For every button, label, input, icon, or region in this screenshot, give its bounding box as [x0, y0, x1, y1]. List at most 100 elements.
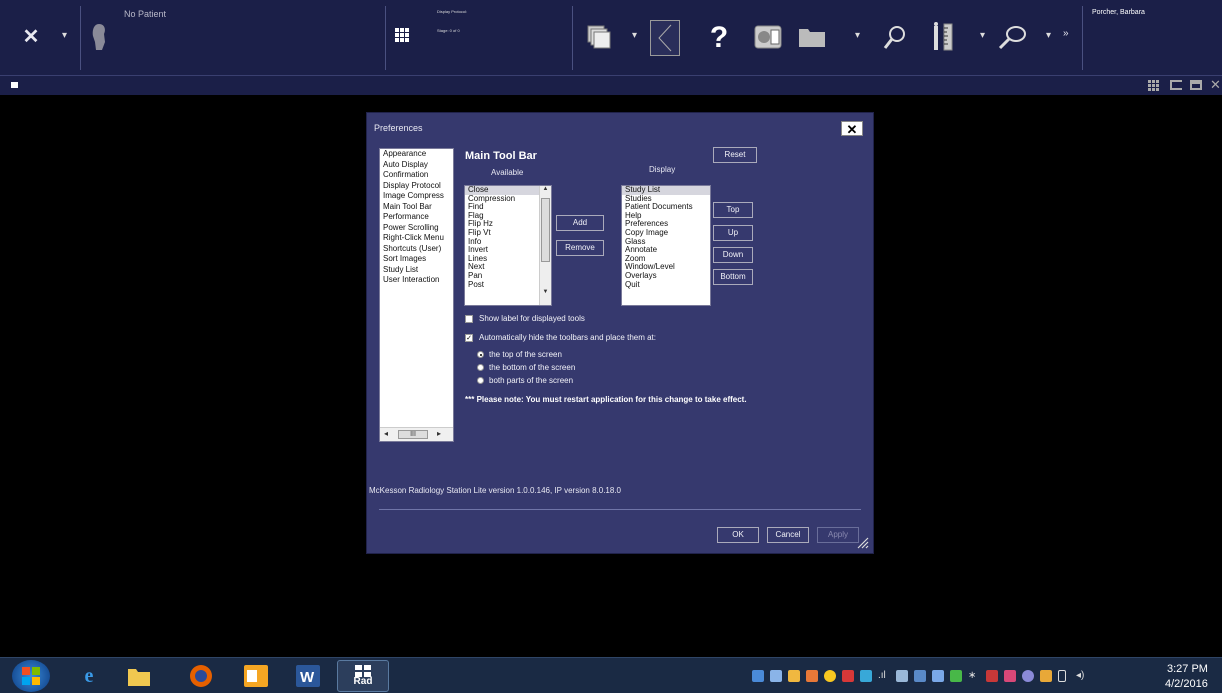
down-button[interactable]: Down: [713, 247, 753, 263]
close-patient-icon[interactable]: ✕: [18, 22, 44, 50]
tray-security-icon[interactable]: [986, 670, 998, 682]
minimize-window-icon[interactable]: [1190, 80, 1202, 90]
patient-menu-dropdown[interactable]: ▾: [62, 30, 67, 41]
tray-app-icon[interactable]: [1022, 670, 1034, 682]
magnify-icon[interactable]: [998, 24, 1028, 50]
available-scrollbar[interactable]: ▲ ▼: [539, 186, 551, 305]
patient-name: No Patient: [124, 9, 167, 19]
top-button[interactable]: Top: [713, 202, 753, 218]
radiology-station-icon[interactable]: Rad: [337, 660, 389, 692]
folder-dropdown[interactable]: ▾: [855, 30, 860, 41]
scroll-up-icon[interactable]: ▲: [540, 186, 551, 192]
series-dropdown[interactable]: ▾: [632, 30, 637, 41]
layout-grid-icon[interactable]: [395, 28, 413, 46]
tray-network-icon[interactable]: [752, 670, 764, 682]
cancel-button[interactable]: Cancel: [767, 527, 809, 543]
add-button[interactable]: Add: [556, 215, 604, 231]
category-list[interactable]: Appearance Auto Display Confirmation Dis…: [379, 148, 454, 442]
tray-app-icon[interactable]: [806, 670, 818, 682]
category-hscrollbar[interactable]: ◂ III ▸: [380, 427, 453, 441]
checkbox-box[interactable]: [465, 314, 473, 323]
available-tools-list[interactable]: Close Compression Find Flag Flip Hz Flip…: [464, 185, 552, 306]
category-item[interactable]: User Interaction: [380, 275, 453, 286]
dialog-close-button[interactable]: ✕: [841, 121, 863, 137]
internet-explorer-icon[interactable]: e: [68, 660, 110, 692]
close-window-icon[interactable]: ✕: [1210, 77, 1221, 93]
list-item[interactable]: Quit: [622, 280, 710, 290]
magnify-dropdown[interactable]: ▾: [1046, 30, 1051, 41]
tray-app-icon[interactable]: [950, 670, 962, 682]
tray-app-icon[interactable]: [1004, 670, 1016, 682]
auto-hide-checkbox[interactable]: ✓ Automatically hide the toolbars and pl…: [465, 333, 656, 342]
category-item[interactable]: Right-Click Menu: [380, 233, 453, 244]
dialog-title: Preferences: [374, 123, 423, 133]
scroll-thumb[interactable]: III: [398, 430, 428, 439]
reset-button[interactable]: Reset: [713, 147, 757, 163]
category-item[interactable]: Image Compress: [380, 191, 453, 202]
tray-battery-icon[interactable]: [1058, 670, 1066, 682]
display-header: Display: [649, 165, 676, 174]
show-label-checkbox[interactable]: Show label for displayed tools: [465, 314, 585, 323]
measure-dropdown[interactable]: ▾: [980, 30, 985, 41]
bottom-button[interactable]: Bottom: [713, 269, 753, 285]
radio-button[interactable]: [477, 377, 484, 384]
small-folder-icon[interactable]: [11, 82, 18, 88]
outlook-icon[interactable]: [235, 660, 277, 692]
clock-time[interactable]: 3:27 PM: [1167, 663, 1208, 675]
preferences-icon[interactable]: [753, 24, 783, 50]
tray-app-icon[interactable]: [860, 670, 872, 682]
category-item[interactable]: Main Tool Bar: [380, 202, 453, 213]
tray-mail-icon[interactable]: [770, 670, 782, 682]
ok-button[interactable]: OK: [717, 527, 759, 543]
tray-app-icon[interactable]: [1040, 670, 1052, 682]
start-button[interactable]: [12, 660, 50, 692]
clock-date[interactable]: 4/2/2016: [1165, 678, 1208, 690]
up-button[interactable]: Up: [713, 225, 753, 241]
tray-volume-icon[interactable]: ◂): [1076, 670, 1088, 682]
folder-icon[interactable]: [798, 26, 826, 48]
tray-app-icon[interactable]: [896, 670, 908, 682]
category-item[interactable]: Auto Display: [380, 160, 453, 171]
radio-top[interactable]: the top of the screen: [477, 350, 562, 359]
thumbnail-icon[interactable]: [650, 20, 680, 56]
help-icon[interactable]: ?: [708, 21, 730, 54]
show-label-text: Show label for displayed tools: [479, 314, 585, 323]
scroll-right-icon[interactable]: ▸: [437, 429, 441, 438]
radio-button[interactable]: [477, 351, 484, 358]
word-icon[interactable]: W: [287, 660, 329, 692]
checkbox-box[interactable]: ✓: [465, 333, 473, 342]
tray-app-icon[interactable]: [932, 670, 944, 682]
category-item[interactable]: Performance: [380, 212, 453, 223]
file-explorer-icon[interactable]: [118, 660, 160, 692]
radio-bottom[interactable]: the bottom of the screen: [477, 363, 575, 372]
tray-app-icon[interactable]: [788, 670, 800, 682]
tray-app-icon[interactable]: [914, 670, 926, 682]
radio-button[interactable]: [477, 364, 484, 371]
scroll-left-icon[interactable]: ◂: [384, 429, 388, 438]
restore-window-icon[interactable]: [1170, 80, 1182, 90]
tray-app-icon[interactable]: [842, 670, 854, 682]
scroll-thumb[interactable]: [541, 198, 550, 262]
category-item[interactable]: Sort Images: [380, 254, 453, 265]
apply-button[interactable]: Apply: [817, 527, 859, 543]
category-item[interactable]: Confirmation: [380, 170, 453, 181]
remove-button[interactable]: Remove: [556, 240, 604, 256]
display-tools-list[interactable]: Study List Studies Patient Documents Hel…: [621, 185, 711, 306]
tray-app-icon[interactable]: [824, 670, 836, 682]
category-item[interactable]: Power Scrolling: [380, 223, 453, 234]
category-item[interactable]: Appearance: [380, 149, 453, 160]
resize-grip-icon[interactable]: [855, 535, 869, 549]
firefox-icon[interactable]: [180, 660, 222, 692]
series-stack-icon[interactable]: [586, 24, 612, 50]
measure-icon[interactable]: [932, 22, 962, 52]
category-item[interactable]: Display Protocol: [380, 181, 453, 192]
tile-view-icon[interactable]: [1148, 79, 1160, 91]
tray-signal-icon[interactable]: .ıl: [878, 670, 890, 682]
more-tools-button[interactable]: »: [1063, 28, 1069, 39]
scroll-down-icon[interactable]: ▼: [540, 289, 551, 295]
category-item[interactable]: Study List: [380, 265, 453, 276]
tray-bluetooth-icon[interactable]: ∗: [968, 670, 980, 682]
category-item[interactable]: Shortcuts (User): [380, 244, 453, 255]
radio-both[interactable]: both parts of the screen: [477, 376, 573, 385]
search-person-icon[interactable]: [883, 24, 909, 50]
